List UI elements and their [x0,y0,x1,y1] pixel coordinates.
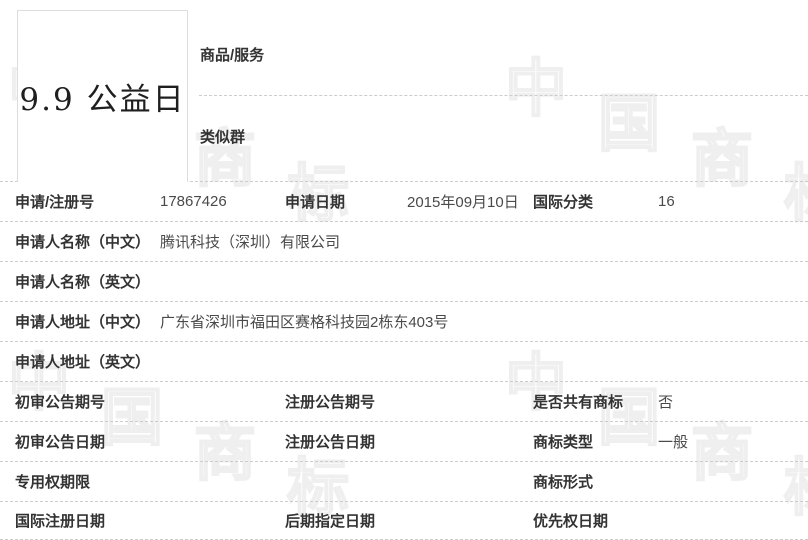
field-label: 国际注册日期 [15,513,106,530]
row-registration-number: 申请/注册号 17867426 申请日期 2015年09月10日 国际分类 16 [0,182,808,222]
field-label: 初审公告日期 [15,434,106,451]
field-label: 初审公告期号 [15,394,106,411]
field-label: 商标形式 [533,474,594,491]
goods-similar-divider [199,95,808,96]
goods-services-label: 商品/服务 [200,47,265,64]
trademark-name-text: 9.9 公益日 [19,82,186,118]
row-first-gazette-number: 初审公告期号 注册公告期号 是否共有商标 否 [0,382,808,422]
field-value: 17867426 [160,193,227,210]
field-value: 一般 [658,434,689,451]
field-value: 2015年09月10日 [407,194,519,211]
trademark-image-box: 9.9 公益日 [17,10,188,182]
field-value: 否 [658,394,674,411]
field-label: 优先权日期 [533,513,609,530]
field-label: 申请人地址（英文） [15,354,151,371]
field-label: 申请人名称（中文） [15,234,151,251]
field-label: 商标类型 [533,434,594,451]
field-value: 广东省深圳市福田区赛格科技园2栋东403号 [160,314,449,331]
field-label: 后期指定日期 [285,513,376,530]
field-label: 申请人地址（中文） [15,314,151,331]
content-area: 9.9 公益日 商品/服务 类似群 申请/注册号 17867426 申请日期 2… [0,0,808,540]
trademark-detail-page: 中国商标中国商标中国商标中国商标 9.9 公益日 商品/服务 类似群 申请/注册… [0,0,808,540]
field-label: 专用权期限 [15,474,91,491]
field-label: 国际分类 [533,194,594,211]
similar-group-label: 类似群 [200,129,246,146]
field-label: 申请/注册号 [15,194,95,211]
field-label: 注册公告日期 [285,434,376,451]
row-first-gazette-date: 初审公告日期 注册公告日期 商标类型 一般 [0,422,808,462]
row-applicant-name-cn: 申请人名称（中文） 腾讯科技（深圳）有限公司 [0,222,808,262]
row-applicant-address-en: 申请人地址（英文） [0,342,808,382]
field-value: 腾讯科技（深圳）有限公司 [160,234,341,251]
field-value: 16 [658,193,675,210]
row-international-registration-date: 国际注册日期 后期指定日期 优先权日期 [0,502,808,540]
field-label: 申请日期 [285,194,346,211]
field-label: 申请人名称（英文） [15,274,151,291]
field-label: 注册公告期号 [285,394,376,411]
row-exclusive-right-period: 专用权期限 商标形式 [0,462,808,502]
trademark-header-section: 9.9 公益日 商品/服务 类似群 [0,0,808,182]
row-applicant-address-cn: 申请人地址（中文） 广东省深圳市福田区赛格科技园2栋东403号 [0,302,808,342]
field-label: 是否共有商标 [533,394,624,411]
row-applicant-name-en: 申请人名称（英文） [0,262,808,302]
